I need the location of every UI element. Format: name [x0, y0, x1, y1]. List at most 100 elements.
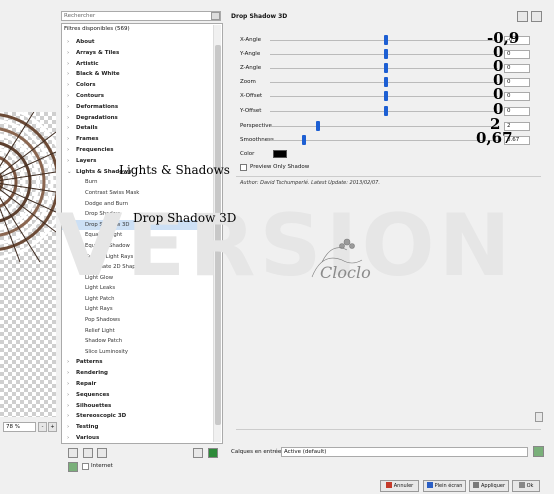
- slider-thumb[interactable]: [315, 121, 320, 131]
- filter-item[interactable]: Burn: [62, 177, 214, 188]
- category-item[interactable]: › Sequences: [62, 390, 214, 401]
- filter-item[interactable]: Shadow Patch: [62, 336, 214, 347]
- preview-layout-icon[interactable]: [517, 11, 528, 22]
- chevron-right-icon[interactable]: ›: [67, 401, 69, 412]
- refresh-layers-icon[interactable]: [533, 446, 544, 457]
- param-spinbox[interactable]: 0: [504, 107, 530, 116]
- ok-label: Ok: [526, 483, 534, 489]
- category-label: Silhouettes: [76, 402, 112, 409]
- category-item[interactable]: › Patterns: [62, 357, 214, 368]
- slider-thumb[interactable]: [384, 91, 389, 101]
- filter-item[interactable]: Relief Light: [62, 326, 214, 337]
- chevron-right-icon[interactable]: ›: [67, 134, 69, 145]
- search-input[interactable]: Rechercher: [61, 11, 221, 21]
- category-label: Testing: [76, 424, 99, 431]
- input-layers-select[interactable]: Active (default): [281, 447, 528, 457]
- zoom-out-button[interactable]: -: [38, 422, 47, 432]
- chevron-right-icon[interactable]: ›: [67, 433, 69, 443]
- category-item[interactable]: › Repair: [62, 379, 214, 390]
- slider-thumb[interactable]: [384, 35, 389, 45]
- category-item[interactable]: › Degradations: [62, 113, 214, 124]
- slider-thumb[interactable]: [384, 49, 389, 59]
- slider-thumb[interactable]: [302, 135, 307, 145]
- param-spinbox[interactable]: 0: [504, 92, 530, 101]
- category-item[interactable]: › Artistic: [62, 59, 214, 70]
- logo-text: Cloclo: [320, 263, 371, 282]
- update-filters-icon[interactable]: [208, 448, 218, 458]
- param-spinbox[interactable]: 0: [504, 64, 530, 73]
- ok-button[interactable]: Ok: [512, 480, 540, 492]
- chevron-down-icon[interactable]: ⌄: [67, 167, 72, 178]
- category-item[interactable]: › Testing: [62, 422, 214, 433]
- chevron-right-icon[interactable]: ›: [67, 422, 69, 433]
- category-label: Contours: [76, 92, 105, 99]
- category-label: Layers: [76, 157, 97, 164]
- chevron-right-icon[interactable]: ›: [67, 59, 69, 70]
- param-label: Smoothness: [240, 137, 274, 143]
- chevron-right-icon[interactable]: ›: [67, 390, 69, 401]
- color-swatch[interactable]: [273, 150, 287, 158]
- category-item[interactable]: › Frequencies: [62, 145, 214, 156]
- chevron-right-icon[interactable]: ›: [67, 411, 69, 422]
- param-spinbox[interactable]: 0: [504, 50, 530, 59]
- category-item[interactable]: › Stereoscopic 3D: [62, 411, 214, 422]
- zoom-bar: 78 % - +: [0, 421, 62, 433]
- slider-track[interactable]: [270, 126, 498, 127]
- filter-item[interactable]: Slice Luminosity: [62, 347, 214, 358]
- category-label: Patterns: [76, 359, 103, 366]
- chevron-right-icon[interactable]: ›: [67, 123, 69, 134]
- chevron-right-icon[interactable]: ›: [67, 48, 69, 59]
- settings-icon[interactable]: [531, 11, 542, 22]
- category-item[interactable]: › Frames: [62, 134, 214, 145]
- color-label: Color: [240, 151, 255, 157]
- category-item[interactable]: › About: [62, 37, 214, 48]
- rename-fave-icon[interactable]: [97, 448, 107, 458]
- category-item[interactable]: › Various: [62, 433, 214, 443]
- zoom-input[interactable]: 78 %: [3, 422, 36, 432]
- param-spinbox[interactable]: 0: [504, 78, 530, 87]
- category-item[interactable]: › Rendering: [62, 368, 214, 379]
- preview-only-shadow-checkbox[interactable]: [240, 164, 247, 171]
- category-item[interactable]: › Contours: [62, 91, 214, 102]
- chevron-right-icon[interactable]: ›: [67, 37, 69, 48]
- cancel-button[interactable]: Annuler: [380, 480, 419, 492]
- chevron-right-icon[interactable]: ›: [67, 80, 69, 91]
- category-item[interactable]: › Colors: [62, 80, 214, 91]
- search-icon[interactable]: [211, 12, 220, 20]
- param-value-overlay: 0,67: [476, 129, 513, 147]
- resize-handle-icon[interactable]: [535, 412, 543, 422]
- chevron-right-icon[interactable]: ›: [67, 357, 69, 368]
- chevron-right-icon[interactable]: ›: [67, 156, 69, 167]
- expand-all-icon[interactable]: [193, 448, 203, 458]
- refresh-icon[interactable]: [68, 462, 78, 472]
- chevron-right-icon[interactable]: ›: [67, 91, 69, 102]
- zoom-in-button[interactable]: +: [48, 422, 57, 432]
- cancel-icon: [385, 482, 392, 488]
- filter-item[interactable]: Pop Shadows: [62, 315, 214, 326]
- param-label: X-Angle: [240, 37, 262, 43]
- slider-thumb[interactable]: [384, 77, 389, 87]
- chevron-right-icon[interactable]: ›: [67, 368, 69, 379]
- slider-thumb[interactable]: [384, 63, 389, 73]
- filter-item[interactable]: Light Rays: [62, 304, 214, 315]
- chevron-right-icon[interactable]: ›: [67, 69, 69, 80]
- category-label: Deformations: [76, 103, 119, 110]
- category-item[interactable]: › Silhouettes: [62, 401, 214, 412]
- image-preview[interactable]: [0, 112, 56, 417]
- slider-thumb[interactable]: [384, 106, 389, 116]
- chevron-right-icon[interactable]: ›: [67, 113, 69, 124]
- cloclo-logo: Cloclo: [311, 238, 371, 282]
- internet-checkbox[interactable]: [82, 463, 89, 470]
- chevron-right-icon[interactable]: ›: [67, 379, 69, 390]
- remove-fave-icon[interactable]: [83, 448, 93, 458]
- apply-button[interactable]: Appliquer: [469, 480, 509, 492]
- category-item[interactable]: › Details: [62, 123, 214, 134]
- chevron-right-icon[interactable]: ›: [67, 102, 69, 113]
- category-item[interactable]: › Arrays & Tiles: [62, 48, 214, 59]
- fullscreen-button[interactable]: Plein écran: [423, 480, 466, 492]
- category-item[interactable]: › Black & White: [62, 69, 214, 80]
- category-item[interactable]: › Deformations: [62, 102, 214, 113]
- add-fave-icon[interactable]: [68, 448, 78, 458]
- watermark-text: VERSION: [56, 196, 515, 296]
- chevron-right-icon[interactable]: ›: [67, 145, 69, 156]
